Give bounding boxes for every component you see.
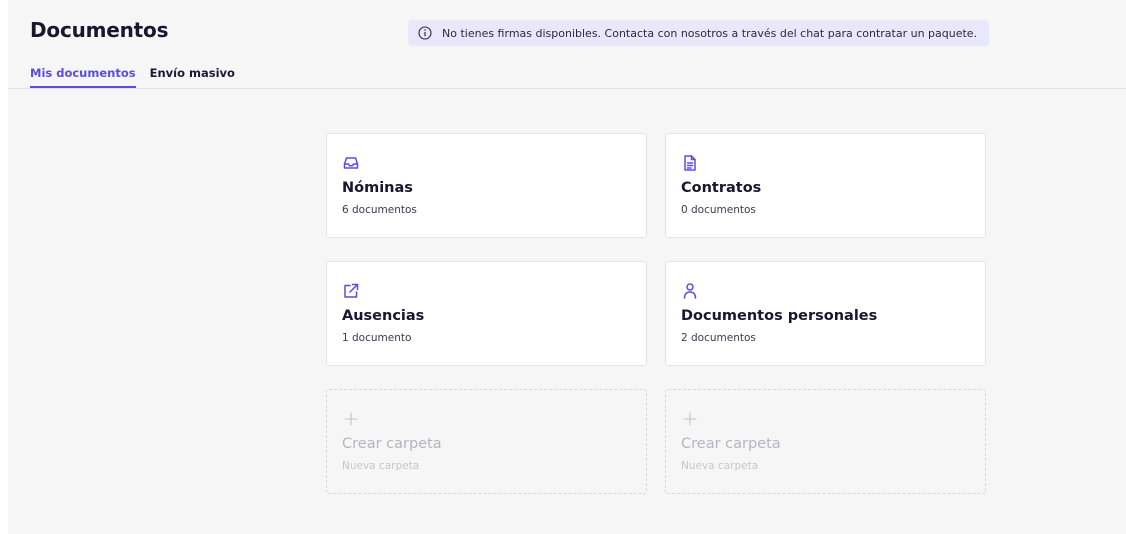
folder-card-nominas[interactable]: Nóminas 6 documentos xyxy=(326,133,647,238)
folder-count: 6 documentos xyxy=(342,204,417,216)
folder-count: 0 documentos xyxy=(681,204,756,216)
document-icon xyxy=(681,154,699,172)
folder-title: Ausencias xyxy=(342,308,425,324)
create-folder-card[interactable]: Crear carpeta Nueva carpeta xyxy=(665,389,986,494)
create-folder-title: Crear carpeta xyxy=(681,436,781,452)
documents-panel: Documentos No tienes firmas disponibles.… xyxy=(8,0,1126,534)
inbox-icon xyxy=(342,154,360,172)
external-link-icon xyxy=(342,282,360,300)
tabs: Mis documentos Envío masivo xyxy=(30,66,235,88)
folder-count: 2 documentos xyxy=(681,332,756,344)
banner-text: No tienes firmas disponibles. Contacta c… xyxy=(442,26,978,40)
plus-icon xyxy=(342,410,360,428)
folder-card-ausencias[interactable]: Ausencias 1 documento xyxy=(326,261,647,366)
folders-grid: Nóminas 6 documentos Contratos 0 documen… xyxy=(326,133,986,494)
folder-count: 1 documento xyxy=(342,332,412,344)
create-folder-card[interactable]: Crear carpeta Nueva carpeta xyxy=(326,389,647,494)
tab-mis-documentos[interactable]: Mis documentos xyxy=(30,66,136,88)
folder-title: Contratos xyxy=(681,180,762,196)
folder-card-documentos-personales[interactable]: Documentos personales 2 documentos xyxy=(665,261,986,366)
plus-icon xyxy=(681,410,699,428)
folder-title: Nóminas xyxy=(342,180,413,196)
folder-card-contratos[interactable]: Contratos 0 documentos xyxy=(665,133,986,238)
folder-title: Documentos personales xyxy=(681,308,878,324)
header: Documentos No tienes firmas disponibles.… xyxy=(8,0,1126,89)
no-signatures-banner: No tienes firmas disponibles. Contacta c… xyxy=(408,20,990,46)
page: Documentos No tienes firmas disponibles.… xyxy=(8,0,1126,534)
create-folder-subtitle: Nueva carpeta xyxy=(681,460,759,472)
page-title: Documentos xyxy=(30,18,169,42)
create-folder-title: Crear carpeta xyxy=(342,436,442,452)
create-folder-subtitle: Nueva carpeta xyxy=(342,460,420,472)
tab-envio-masivo[interactable]: Envío masivo xyxy=(150,66,235,88)
info-icon xyxy=(418,26,432,40)
user-icon xyxy=(681,282,699,300)
